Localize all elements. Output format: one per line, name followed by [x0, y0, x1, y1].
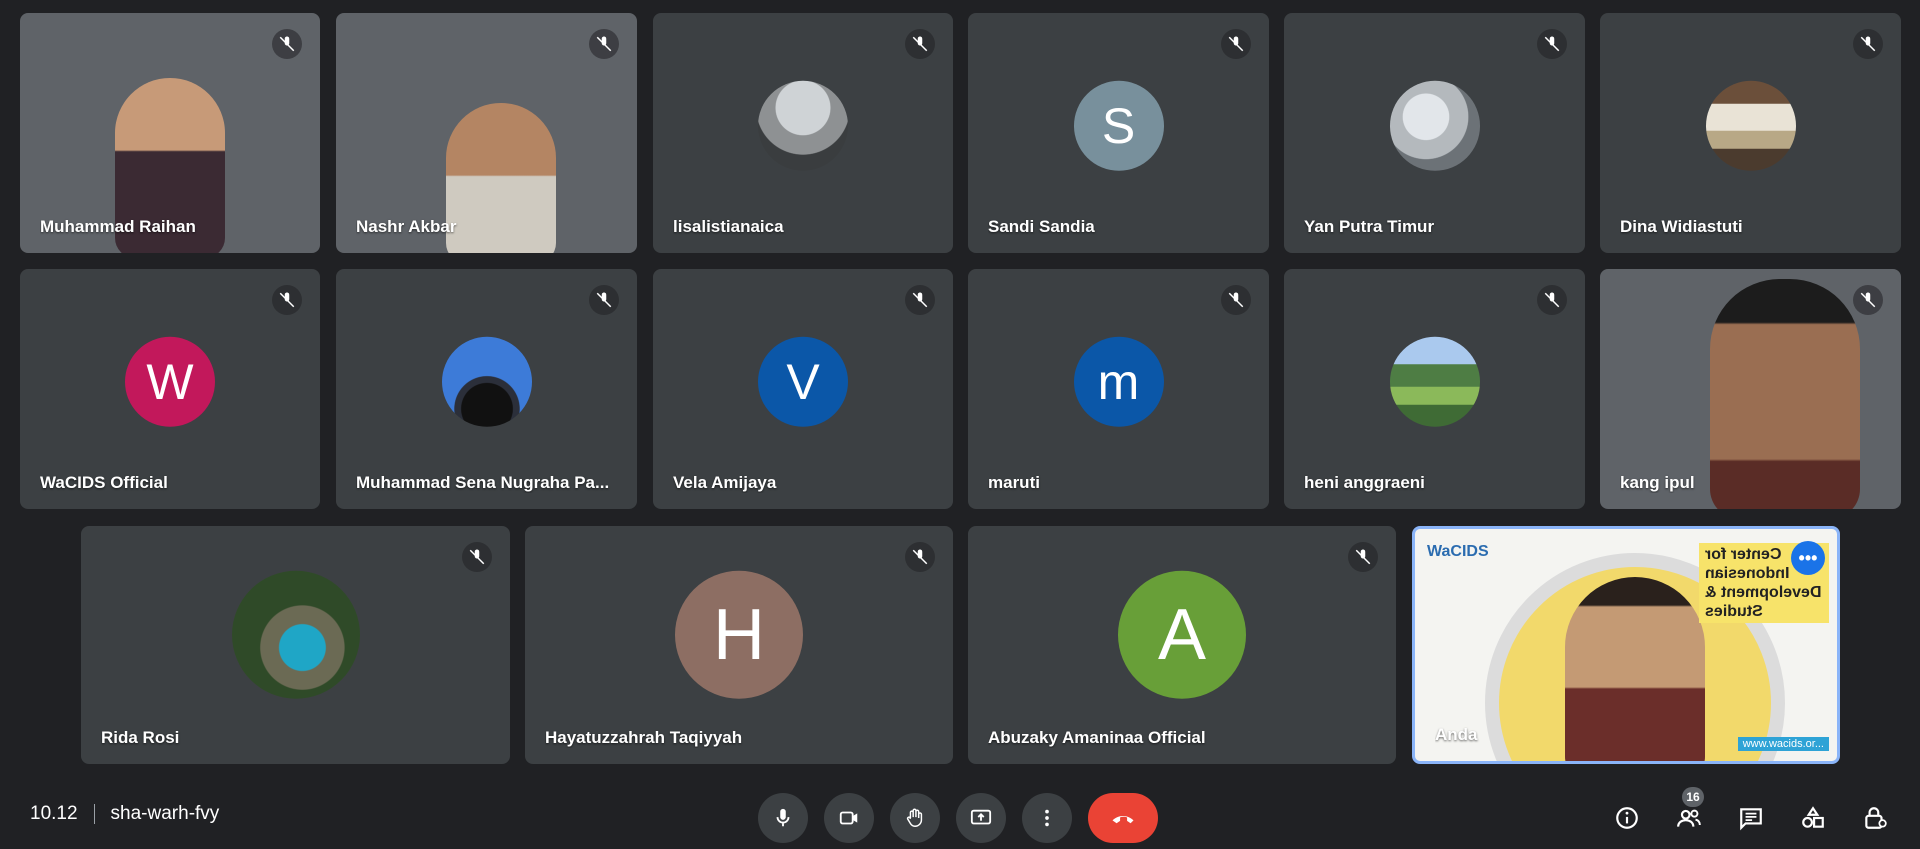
self-name: Anda	[1435, 725, 1478, 744]
participant-name: Muhammad Raihan	[40, 217, 196, 236]
participant-name: Vela Amijaya	[673, 473, 777, 492]
raise-hand-button[interactable]	[890, 793, 940, 843]
avatar	[1705, 80, 1796, 171]
participant-name: WaCIDS Official	[40, 473, 168, 492]
avatar: H	[675, 570, 803, 699]
video-camera-icon	[839, 811, 858, 825]
call-control-bar: 10.12 sha-warh-fvy 16	[0, 779, 1920, 849]
camera-button[interactable]	[824, 793, 874, 843]
mic-off-icon	[272, 29, 302, 59]
avatar-initial: m	[1097, 353, 1140, 410]
avatar	[758, 80, 848, 171]
clock-time: 10.12	[30, 803, 78, 824]
more-options-button[interactable]	[1022, 793, 1072, 843]
present-icon	[970, 809, 992, 825]
mic-off-icon	[1537, 285, 1567, 315]
activities-button[interactable]	[1792, 797, 1834, 839]
participant-tile[interactable]: Dina Widiastuti	[1600, 13, 1901, 253]
participant-tile[interactable]: Yan Putra Timur	[1284, 13, 1585, 253]
mic-off-icon	[905, 542, 935, 572]
participant-name: Hayatuzzahrah Taqiyyah	[545, 728, 743, 747]
avatar: A	[1118, 570, 1246, 699]
avatar-initial: H	[713, 594, 765, 675]
mic-off-icon	[272, 285, 302, 315]
participant-name: lisalistianaica	[673, 217, 784, 236]
avatar-initial: S	[1101, 97, 1136, 154]
participant-tile[interactable]: kang ipul	[1600, 269, 1901, 509]
meeting-info: 10.12 sha-warh-fvy	[30, 803, 219, 825]
main-controls	[758, 793, 1158, 843]
avatar	[441, 336, 532, 427]
participant-tile[interactable]: Muhammad Sena Nugraha Pa...	[336, 269, 637, 509]
participant-name: Sandi Sandia	[988, 217, 1095, 236]
mic-off-icon	[589, 285, 619, 315]
participant-name: Nashr Akbar	[356, 217, 457, 236]
self-view-tile[interactable]: WaCIDS Center for Indonesian Development…	[1412, 526, 1840, 764]
participant-name: Rida Rosi	[101, 728, 180, 747]
mic-off-icon	[1853, 285, 1883, 315]
meeting-code: sha-warh-fvy	[110, 803, 220, 824]
avatar: V	[758, 336, 848, 427]
participant-name: Muhammad Sena Nugraha Pa...	[356, 473, 610, 492]
vertical-dots-icon	[1045, 809, 1049, 827]
shapes-icon	[1802, 806, 1824, 828]
leave-call-button[interactable]	[1088, 793, 1158, 843]
participant-name: Yan Putra Timur	[1304, 217, 1435, 236]
participant-name: heni anggraeni	[1304, 473, 1425, 492]
avatar-initial: W	[146, 353, 194, 410]
mic-off-icon	[1853, 29, 1883, 59]
meeting-details-button[interactable]	[1606, 797, 1648, 839]
mic-off-icon	[1221, 29, 1251, 59]
avatar	[1389, 336, 1480, 427]
participant-tile[interactable]: W WaCIDS Official	[20, 269, 320, 509]
mic-off-icon	[1348, 542, 1378, 572]
participant-tile[interactable]: Muhammad Raihan	[20, 13, 320, 253]
participant-tile[interactable]: Rida Rosi	[81, 526, 510, 764]
participant-name: maruti	[988, 473, 1040, 492]
people-icon	[1677, 809, 1701, 827]
more-options-icon[interactable]: •••	[1791, 541, 1825, 575]
participant-name: Dina Widiastuti	[1620, 217, 1743, 236]
avatar-initial: V	[786, 353, 820, 410]
avatar	[231, 570, 360, 699]
participant-tile[interactable]: lisalistianaica	[653, 13, 953, 253]
microphone-button[interactable]	[758, 793, 808, 843]
chat-icon	[1740, 808, 1762, 831]
participant-tile[interactable]: H Hayatuzzahrah Taqiyyah	[525, 526, 953, 764]
avatar	[1389, 80, 1480, 171]
divider	[93, 804, 95, 824]
lock-person-icon	[1865, 807, 1887, 829]
present-screen-button[interactable]	[956, 793, 1006, 843]
participant-tile[interactable]: A Abuzaky Amaninaa Official	[968, 526, 1396, 764]
participant-tile[interactable]: V Vela Amijaya	[653, 269, 953, 509]
participant-tile[interactable]: Nashr Akbar	[336, 13, 637, 253]
mic-off-icon	[589, 29, 619, 59]
participant-name: Abuzaky Amaninaa Official	[988, 728, 1206, 747]
mic-off-icon	[905, 285, 935, 315]
participant-name: kang ipul	[1620, 473, 1695, 492]
chat-button[interactable]	[1730, 797, 1772, 839]
mic-off-icon	[1221, 285, 1251, 315]
participant-count-badge: 16	[1682, 787, 1704, 807]
mic-off-icon	[1537, 29, 1567, 59]
participant-tile[interactable]: heni anggraeni	[1284, 269, 1585, 509]
host-controls-button[interactable]	[1854, 797, 1896, 839]
people-button[interactable]: 16	[1668, 787, 1710, 839]
avatar: W	[125, 336, 215, 427]
participant-grid: Muhammad Raihan Nashr Akbar lisalistiana…	[0, 0, 1920, 770]
participant-tile[interactable]: S Sandi Sandia	[968, 13, 1269, 253]
microphone-icon	[776, 808, 790, 827]
avatar-initial: A	[1157, 594, 1207, 675]
avatar: S	[1073, 80, 1164, 171]
hand-icon	[906, 808, 923, 827]
wacids-logo: WaCIDS	[1427, 543, 1489, 560]
mic-off-icon	[905, 29, 935, 59]
side-panel-controls: 16	[1606, 787, 1896, 839]
info-icon	[1616, 807, 1638, 829]
mic-off-icon	[462, 542, 492, 572]
participant-tile[interactable]: m maruti	[968, 269, 1269, 509]
avatar: m	[1073, 336, 1164, 427]
hang-up-icon	[1112, 815, 1134, 824]
